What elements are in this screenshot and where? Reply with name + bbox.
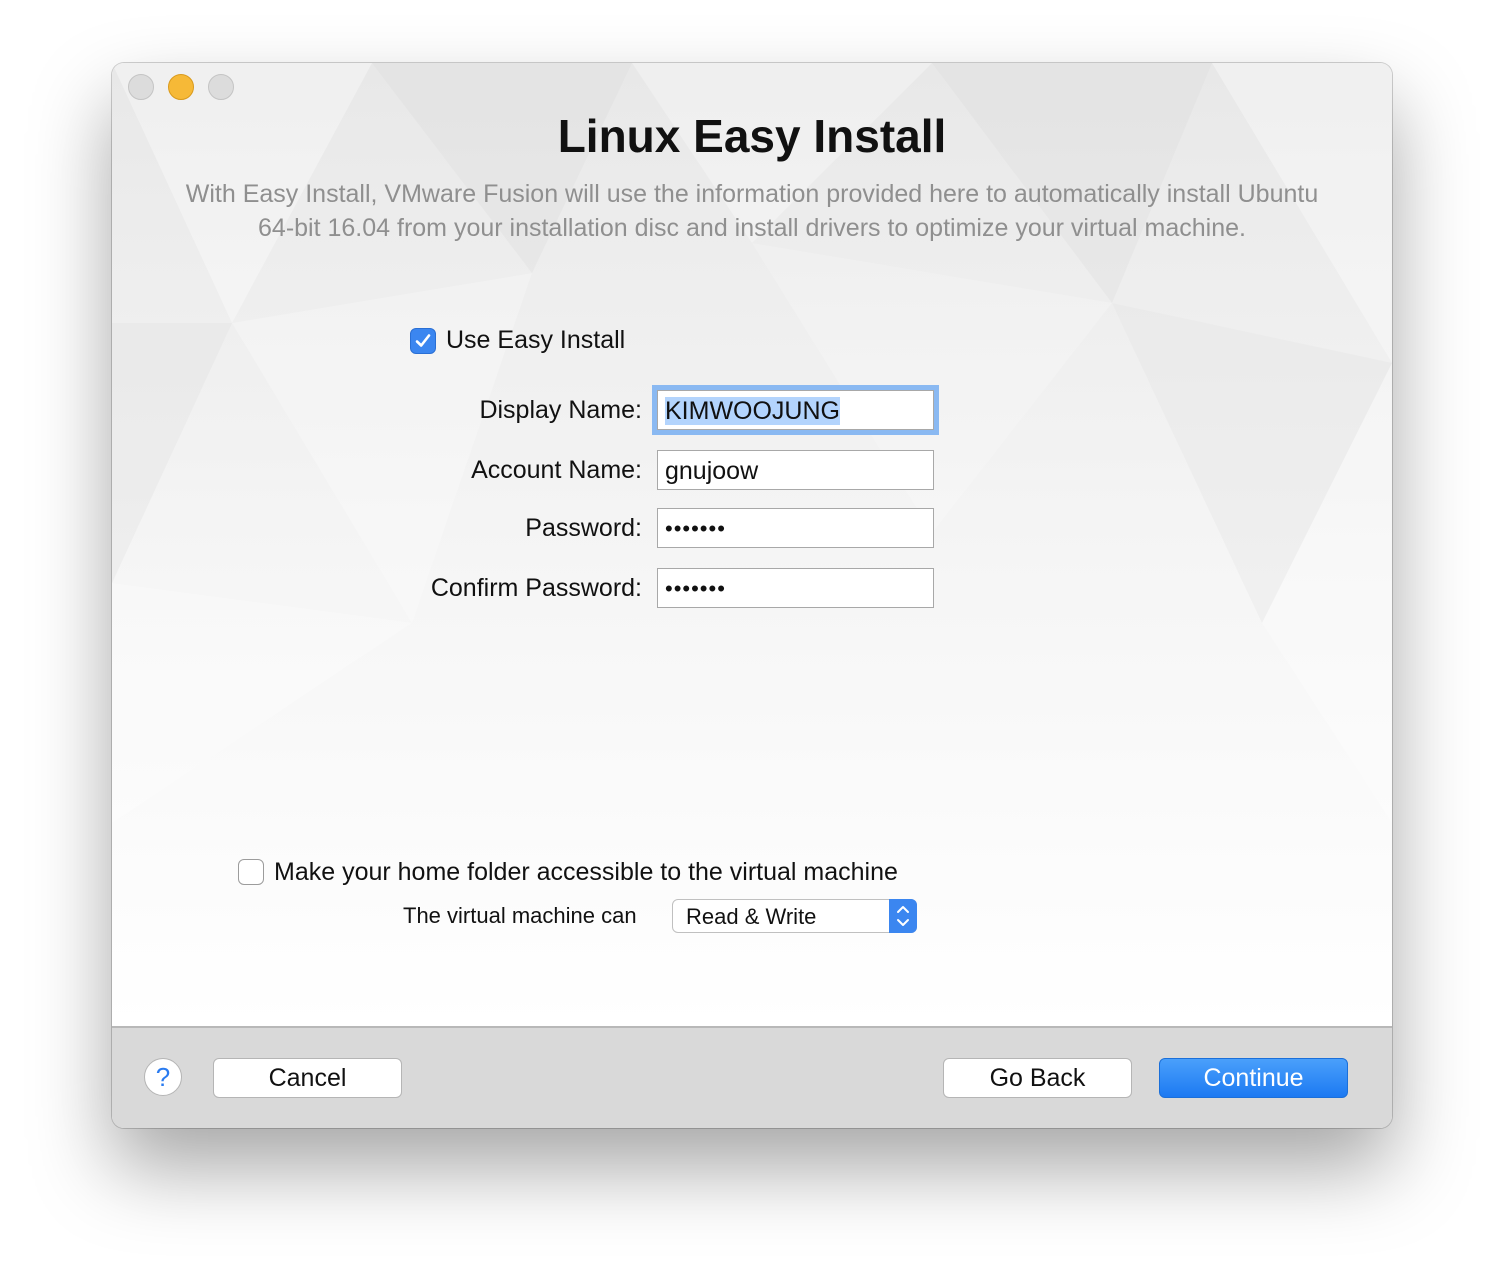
use-easy-install-checkbox[interactable] [410, 328, 436, 354]
home-folder-label: Make your home folder accessible to the … [274, 858, 898, 886]
go-back-button[interactable]: Go Back [943, 1058, 1132, 1098]
display-name-label: Display Name: [479, 396, 642, 424]
cancel-button[interactable]: Cancel [213, 1058, 402, 1098]
cancel-button-label: Cancel [268, 1064, 347, 1092]
go-back-button-label: Go Back [989, 1064, 1086, 1092]
close-window-button[interactable] [128, 74, 154, 100]
account-name-value: gnujoow [665, 457, 759, 485]
continue-button-label: Continue [1203, 1064, 1304, 1092]
page-title: Linux Easy Install [557, 110, 947, 162]
display-name-field[interactable]: KIMWOOJUNG [652, 385, 939, 435]
help-icon: ? [155, 1062, 171, 1092]
access-popup-button[interactable]: Read & Write [672, 899, 917, 933]
continue-button[interactable]: Continue [1159, 1058, 1348, 1098]
checkmark-icon [415, 334, 431, 347]
help-button[interactable]: ? [144, 1058, 182, 1096]
minimize-window-button[interactable] [168, 74, 194, 100]
page-description: With Easy Install, VMware Fusion will us… [185, 180, 1319, 242]
confirm-password-value: ••••••• [665, 576, 726, 601]
footer-bar: ? Cancel Go Back Continue [112, 1026, 1392, 1128]
account-name-label: Account Name: [471, 456, 642, 484]
confirm-password-field[interactable]: ••••••• [657, 568, 934, 608]
confirm-password-label: Confirm Password: [430, 574, 642, 602]
account-name-field[interactable]: gnujoow [657, 450, 934, 490]
access-value: Read & Write [686, 904, 817, 929]
up-down-arrows-icon [889, 899, 917, 933]
zoom-window-button[interactable] [208, 74, 234, 100]
display-name-value: KIMWOOJUNG [665, 397, 840, 425]
linux-easy-install-window: Linux Easy Install With Easy Install, VM… [112, 63, 1392, 1128]
home-folder-checkbox[interactable] [238, 859, 264, 885]
password-value: ••••••• [665, 516, 726, 541]
password-field[interactable]: ••••••• [657, 508, 934, 548]
access-label: The virtual machine can [403, 903, 637, 928]
use-easy-install-label: Use Easy Install [446, 326, 626, 354]
password-label: Password: [525, 514, 642, 542]
